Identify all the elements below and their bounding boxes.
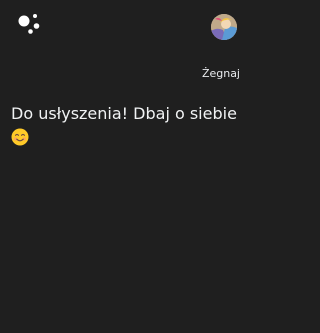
- google-assistant-icon[interactable]: [17, 11, 43, 37]
- assistant-screen: Żegnaj Do usłyszenia! Dbaj o siebie: [0, 0, 250, 333]
- user-query-bubble: Żegnaj: [201, 67, 240, 80]
- assistant-response: Do usłyszenia! Dbaj o siebie: [11, 103, 243, 146]
- smiling-face-emoji-icon: [11, 128, 29, 146]
- avatar-image-icon: [211, 14, 237, 40]
- assistant-response-text: Do usłyszenia! Dbaj o siebie: [11, 104, 237, 123]
- user-avatar[interactable]: [211, 14, 237, 40]
